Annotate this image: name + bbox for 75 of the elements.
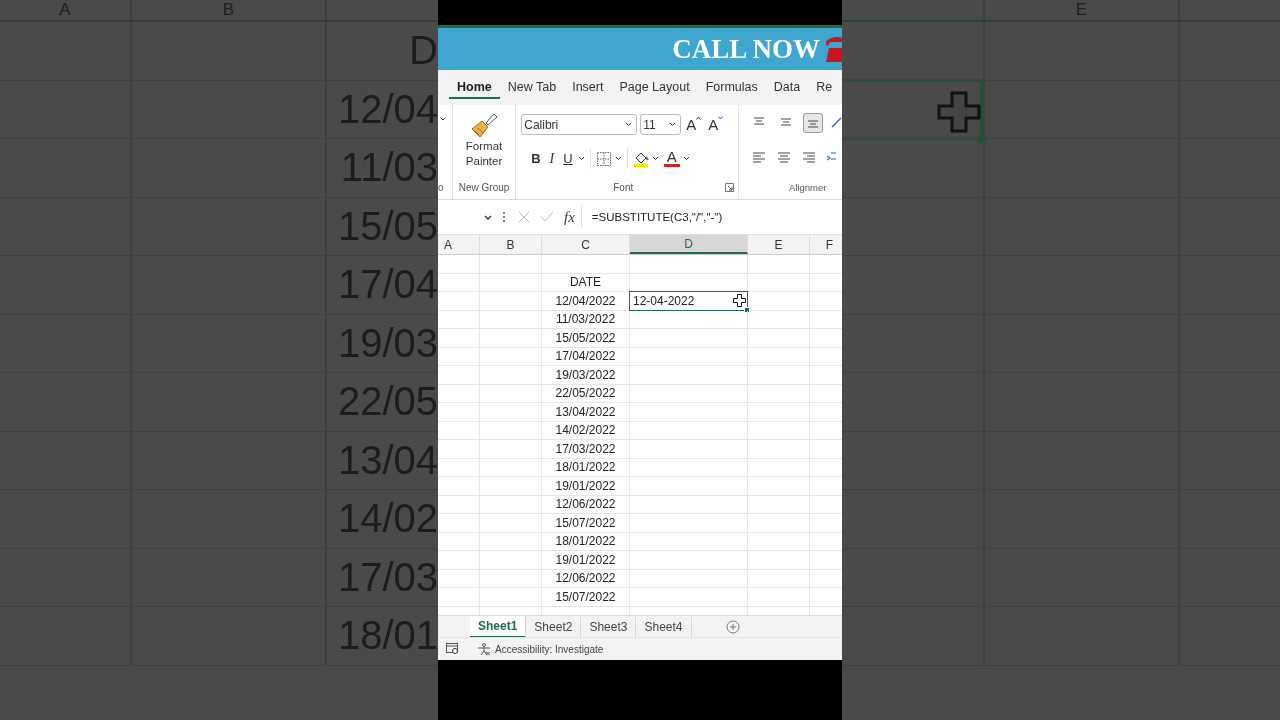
table-cell: DATE bbox=[569, 275, 602, 290]
banner-text: CALL NOW bbox=[672, 33, 820, 65]
table-cell: 17/03/2022 bbox=[555, 441, 616, 456]
sheet-tab[interactable]: Sheet4 bbox=[636, 616, 692, 637]
table-cell: 15/05/2022 bbox=[555, 330, 616, 345]
align-button[interactable] bbox=[803, 113, 823, 133]
caret-icon bbox=[669, 122, 677, 127]
dialog-launcher-icon[interactable] bbox=[725, 183, 734, 192]
sheet-tab[interactable]: Sheet3 bbox=[581, 616, 637, 637]
formula-field[interactable]: =SUBSTITUTE(C3,"/","-") bbox=[587, 211, 842, 223]
table-cell: 14/02/2022 bbox=[555, 423, 616, 438]
caret-icon bbox=[625, 122, 633, 127]
macro-icon[interactable] bbox=[446, 643, 459, 655]
ribbon-tab[interactable]: Data bbox=[765, 76, 809, 99]
font-size-dropdown[interactable]: 11 bbox=[640, 114, 682, 135]
table-cell: 11/03/2022 bbox=[555, 312, 616, 327]
decrease-font-button[interactable]: A bbox=[706, 116, 726, 133]
accessibility-icon[interactable] bbox=[477, 642, 491, 656]
ribbon-tab[interactable]: Page Layout bbox=[611, 76, 698, 99]
align-right-icon[interactable] bbox=[801, 149, 817, 166]
active-cell[interactable]: 12-04-2022 bbox=[629, 291, 748, 311]
caret-icon bbox=[696, 116, 702, 120]
paintbrush-icon bbox=[469, 111, 500, 139]
table-cell: 19/03/2022 bbox=[555, 367, 616, 382]
font-color-button[interactable]: A bbox=[663, 150, 680, 167]
ribbon-tab[interactable]: Insert bbox=[564, 76, 612, 99]
column-header[interactable]: D bbox=[630, 235, 748, 254]
format-painter-button[interactable]: Format Painter bbox=[459, 111, 510, 169]
caret-icon[interactable] bbox=[614, 156, 622, 161]
check-icon[interactable] bbox=[540, 211, 554, 223]
insert-function-button[interactable]: fx bbox=[564, 208, 575, 226]
cursor-icon bbox=[733, 294, 746, 307]
sheet-tab[interactable]: Sheet2 bbox=[526, 616, 582, 637]
borders-icon[interactable] bbox=[595, 150, 612, 167]
sheet-tab[interactable]: Sheet1 bbox=[470, 615, 527, 638]
ribbon-tab[interactable]: Formulas bbox=[697, 76, 766, 99]
table-cell: 13/04/2022 bbox=[555, 404, 616, 419]
table-cell: 19/01/2022 bbox=[555, 552, 616, 567]
italic-button[interactable]: I bbox=[547, 150, 557, 167]
ribbon-tab[interactable]: Home bbox=[449, 76, 500, 99]
ribbon-tab[interactable]: New Tab bbox=[499, 76, 565, 99]
column-header[interactable]: A bbox=[438, 235, 480, 254]
increase-font-button[interactable]: A bbox=[684, 116, 704, 133]
cursor-icon bbox=[937, 90, 981, 133]
phone-icon bbox=[824, 34, 842, 64]
caret-icon bbox=[718, 116, 724, 120]
align-left-icon[interactable] bbox=[751, 149, 767, 166]
group-label: Font bbox=[613, 182, 634, 193]
table-cell: 18/01/2022 bbox=[555, 460, 616, 475]
column-header[interactable]: E bbox=[748, 235, 810, 254]
bold-button[interactable]: B bbox=[529, 151, 543, 166]
caret-icon[interactable] bbox=[440, 117, 446, 121]
table-cell: 19/01/2022 bbox=[555, 478, 616, 493]
group-label: o bbox=[438, 182, 444, 193]
more-icon[interactable] bbox=[502, 211, 506, 223]
table-cell: 17/04/2022 bbox=[555, 349, 616, 364]
caret-icon[interactable] bbox=[682, 156, 690, 161]
table-cell: 15/07/2022 bbox=[555, 589, 616, 604]
align-center-icon[interactable] bbox=[776, 149, 792, 166]
caret-icon[interactable] bbox=[651, 156, 659, 161]
table-cell: 18/01/2022 bbox=[555, 534, 616, 549]
table-cell: 12/04/2022 bbox=[555, 293, 616, 308]
table-cell: 12/06/2022 bbox=[555, 497, 616, 512]
group-label: Alignmer bbox=[789, 182, 827, 193]
underline-button[interactable]: U bbox=[561, 151, 575, 166]
ribbon-tab[interactable]: Re bbox=[808, 76, 841, 99]
add-sheet-icon[interactable] bbox=[725, 619, 740, 634]
table-cell: 22/05/2022 bbox=[555, 386, 616, 401]
table-cell: 15/07/2022 bbox=[555, 515, 616, 530]
table-cell: 12/06/2022 bbox=[555, 571, 616, 586]
status-text[interactable]: Accessibility: Investigate bbox=[495, 643, 604, 655]
column-header[interactable]: B bbox=[480, 235, 542, 254]
caret-icon[interactable] bbox=[577, 156, 585, 161]
group-label: New Group bbox=[458, 182, 510, 193]
font-name-dropdown[interactable]: Calibri bbox=[521, 114, 638, 135]
